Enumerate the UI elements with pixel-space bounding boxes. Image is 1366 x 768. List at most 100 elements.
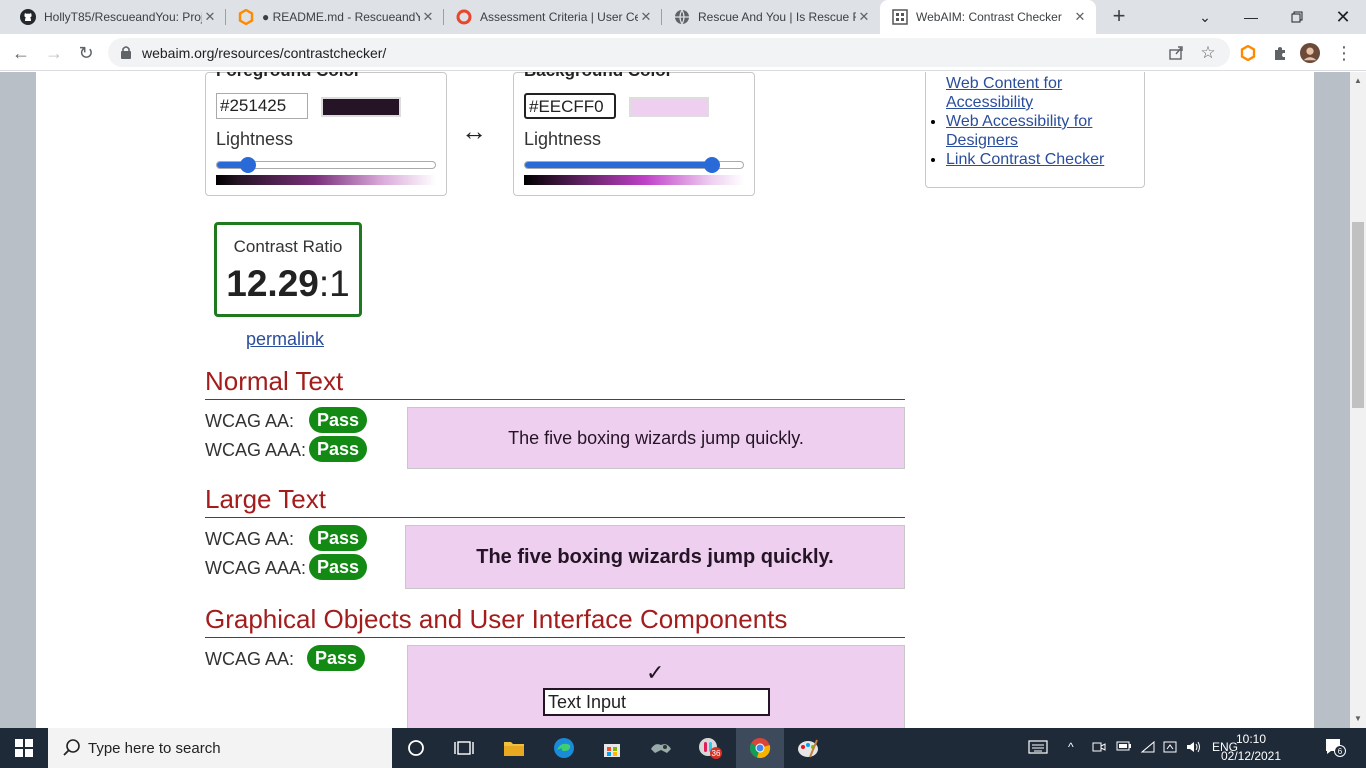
background-color-swatch[interactable] [629, 97, 709, 117]
scroll-down-icon[interactable]: ▼ [1354, 714, 1362, 723]
page-scrollbar[interactable]: ▲ ▼ [1350, 72, 1366, 728]
bookmark-star-icon[interactable]: ☆ [1198, 43, 1218, 63]
slack-icon[interactable]: 36 [686, 728, 734, 768]
edge-icon[interactable] [540, 728, 588, 768]
foreground-lightness-slider[interactable] [216, 157, 436, 173]
slider-fill [525, 162, 713, 168]
tab-webaim[interactable]: WebAIM: Contrast Checker ✕ [880, 0, 1096, 34]
search-placeholder: Type here to search [88, 740, 221, 757]
tab-gitpod[interactable]: ● README.md - RescueandYo ✕ [226, 0, 444, 34]
foreground-color-heading: Foreground Color [216, 72, 360, 81]
windows-start-icon[interactable] [0, 728, 48, 768]
tab-title: HollyT85/RescueandYou: Proj [44, 10, 202, 24]
list-item: Link Contrast Checker [946, 150, 1136, 169]
large-aaa-badge: Pass [309, 554, 367, 580]
background-lightness-label: Lightness [524, 129, 602, 149]
taskbar-search-box[interactable]: Type here to search [48, 728, 392, 768]
ratio-suffix: :1 [318, 263, 350, 304]
back-icon[interactable]: ← [8, 40, 34, 66]
normal-aa-label: WCAG AA: [205, 411, 295, 431]
tab-title: Rescue And You | Is Rescue R [698, 10, 856, 24]
swap-colors-button[interactable]: ↔ [461, 116, 487, 147]
wifi-icon[interactable] [1140, 740, 1156, 757]
related-resources-sidebar: Web Content for Accessibility Web Access… [925, 72, 1145, 188]
ratio-number: 12.29 [226, 263, 319, 304]
new-tab-icon[interactable]: + [1108, 5, 1130, 28]
share-icon[interactable] [1166, 43, 1186, 63]
restore-icon[interactable] [1274, 0, 1320, 34]
contrast-ratio-value: 12.29:1 [217, 263, 359, 305]
scrollbar-thumb[interactable] [1352, 222, 1364, 408]
tab-rescue-and-you[interactable]: Rescue And You | Is Rescue R ✕ [662, 0, 880, 34]
graphical-objects-sample: ✓ Text Input [407, 645, 905, 728]
address-bar[interactable]: webaim.org/resources/contrastchecker/ [108, 38, 1230, 67]
profile-avatar[interactable] [1300, 43, 1320, 63]
permalink-link[interactable]: permalink [246, 329, 324, 350]
notification-count: 6 [1338, 747, 1343, 756]
checkmark-icon: ✓ [646, 660, 665, 685]
reload-icon[interactable]: ↻ [73, 40, 99, 66]
network-icon[interactable] [1162, 740, 1180, 757]
close-icon[interactable]: ✕ [638, 9, 654, 25]
close-icon[interactable]: ✕ [1072, 9, 1088, 25]
tab-search-icon[interactable]: ⌄ [1182, 0, 1228, 34]
battery-icon[interactable] [1116, 740, 1132, 755]
system-clock[interactable]: 10:10 02/12/2021 [1216, 731, 1286, 765]
slider-handle[interactable] [239, 157, 256, 173]
clock-time: 10:10 [1235, 732, 1267, 746]
sidebar-link-web-content[interactable]: Web Content for Accessibility [946, 75, 1062, 111]
graphical-objects-heading: Graphical Objects and User Interface Com… [205, 604, 905, 638]
slack-badge-count: 36 [712, 749, 721, 758]
chrome-icon[interactable] [736, 728, 784, 768]
list-item: Web Content for Accessibility [946, 74, 1136, 112]
file-explorer-icon[interactable] [490, 728, 538, 768]
code-institute-icon [456, 9, 472, 25]
large-aa-label: WCAG AA: [205, 529, 295, 549]
tab-title: ● README.md - RescueandYo [262, 10, 420, 24]
task-view-icon[interactable] [440, 728, 488, 768]
contrast-ratio-box: Contrast Ratio 12.29:1 [214, 222, 362, 317]
sample-text-input[interactable]: Text Input [543, 688, 770, 716]
sidebar-link-designers[interactable]: Web Accessibility for Designers [946, 113, 1092, 149]
tab-assessment[interactable]: Assessment Criteria | User Ce ✕ [444, 0, 662, 34]
close-icon[interactable]: ✕ [856, 9, 872, 25]
microsoft-store-icon[interactable] [588, 728, 636, 768]
page-content: Foreground Color #251425 Lightness ↔ Bac… [36, 72, 1314, 728]
forward-icon[interactable]: → [41, 40, 67, 66]
meet-now-icon[interactable] [1092, 740, 1106, 757]
gitpod-extension-icon[interactable] [1238, 43, 1258, 63]
game-app-icon[interactable] [637, 728, 685, 768]
notifications-icon[interactable]: 6 [1324, 737, 1346, 760]
normal-text-heading: Normal Text [205, 366, 905, 400]
tab-github[interactable]: HollyT85/RescueandYou: Proj ✕ [8, 0, 226, 34]
globe-icon [674, 9, 690, 25]
contrast-ratio-label: Contrast Ratio [233, 237, 343, 256]
action-center-keyboard-icon[interactable] [1028, 739, 1048, 758]
slider-handle[interactable] [704, 157, 721, 173]
minimize-icon[interactable]: — [1228, 0, 1274, 34]
clock-date: 02/12/2021 [1220, 749, 1282, 763]
background-lightness-gradient [524, 175, 744, 185]
foreground-color-panel: Foreground Color #251425 Lightness [205, 72, 447, 196]
extensions-puzzle-icon[interactable] [1270, 43, 1290, 63]
scroll-up-icon[interactable]: ▲ [1354, 76, 1362, 85]
background-color-panel: Background Color #EECFF0 Lightness [513, 72, 755, 196]
foreground-hex-input[interactable]: #251425 [216, 93, 308, 119]
foreground-lightness-gradient [216, 175, 436, 185]
sidebar-link-link-contrast[interactable]: Link Contrast Checker [946, 151, 1104, 168]
background-lightness-slider[interactable] [524, 157, 744, 173]
background-hex-input[interactable]: #EECFF0 [524, 93, 616, 119]
show-hidden-icons-icon[interactable]: ^ [1068, 740, 1074, 754]
cortana-icon[interactable] [392, 728, 440, 768]
foreground-color-swatch[interactable] [321, 97, 401, 117]
close-icon[interactable]: ✕ [202, 9, 218, 25]
tab-title: WebAIM: Contrast Checker [916, 10, 1062, 24]
menu-kebab-icon[interactable]: ⋮ [1334, 43, 1354, 63]
window-close-icon[interactable]: ✕ [1320, 0, 1366, 34]
paint-app-icon[interactable] [784, 728, 832, 768]
close-icon[interactable]: ✕ [420, 9, 436, 25]
browser-toolbar: ← → ↻ webaim.org/resources/contrastcheck… [0, 34, 1366, 71]
volume-icon[interactable] [1186, 740, 1202, 757]
github-icon [20, 9, 36, 25]
gitpod-icon [238, 9, 254, 25]
